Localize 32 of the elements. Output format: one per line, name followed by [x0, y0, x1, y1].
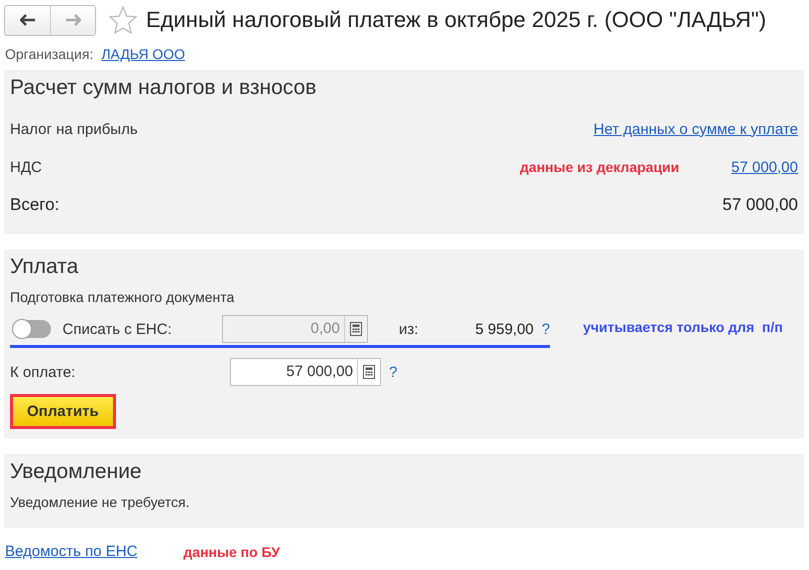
section-title: Уведомление	[10, 460, 143, 484]
amount-field[interactable]: 57 000,00	[230, 358, 381, 386]
report-link[interactable]: Ведомость по ЕНС	[5, 543, 138, 560]
amount-link[interactable]: Нет данных о сумме к уплате	[594, 120, 798, 138]
calculator-icon	[350, 322, 362, 336]
section-title: Уплата	[10, 255, 80, 279]
pay-button[interactable]: Оплатить	[10, 394, 116, 429]
organization-label: Организация:	[5, 46, 94, 62]
right-arrow-icon	[65, 14, 81, 26]
field-label: К оплате:	[10, 364, 76, 380]
tax-name: НДС	[10, 158, 43, 176]
organization-link[interactable]: ЛАДЬЯ ООО	[101, 46, 186, 62]
help-link[interactable]: ?	[389, 364, 398, 380]
section-subtitle: Подготовка платежного документа	[10, 289, 236, 305]
annotation-text: данные по БУ	[183, 544, 280, 560]
star-icon[interactable]	[109, 6, 137, 34]
amount-link[interactable]: 57 000,00	[731, 158, 798, 176]
section-title: Расчет сумм налогов и взносов	[10, 76, 318, 100]
calculator-icon	[363, 365, 375, 379]
back-button[interactable]	[5, 6, 50, 34]
notification-text: Уведомление не требуется.	[10, 494, 190, 510]
amount-field: 0,00	[222, 315, 368, 343]
total-label: Всего:	[10, 195, 60, 215]
tax-name: Налог на прибыль	[10, 120, 139, 138]
annotation-text: учитывается только для п/п	[583, 319, 783, 335]
total-value: 57 000,00	[722, 195, 798, 215]
balance-value: 5 959,00	[474, 320, 534, 338]
left-arrow-icon	[20, 14, 36, 26]
window-title: Единый налоговый платеж в октябре 2025 г. (ООО "ЛАДЬЯ")	[146, 7, 766, 33]
field-label: из:	[398, 320, 420, 338]
annotation-text: данные из декларации	[520, 159, 680, 175]
field-label: Списать с ЕНС:	[62, 320, 173, 338]
